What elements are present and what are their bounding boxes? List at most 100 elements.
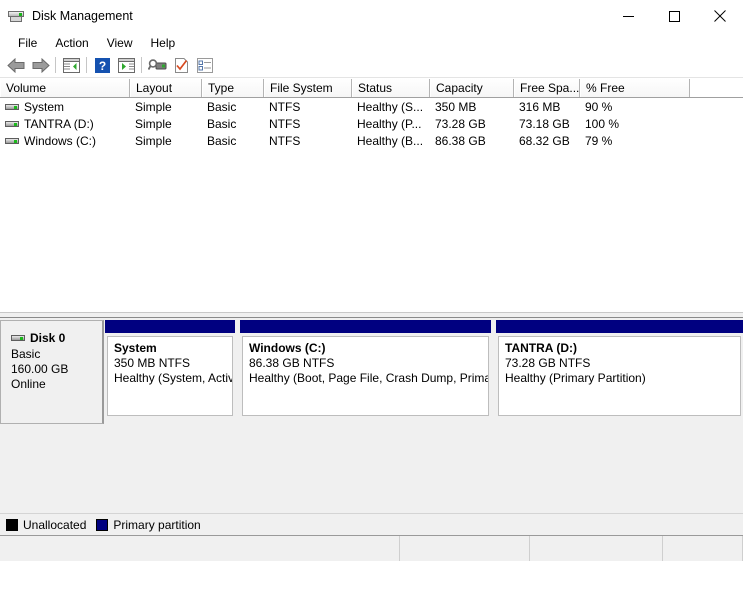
cell-layout: Simple xyxy=(135,133,172,148)
toolbar-separator xyxy=(86,57,87,73)
disk-size: 160.00 GB xyxy=(11,362,69,376)
column-header-status[interactable]: Status xyxy=(352,79,430,97)
menu-item-help[interactable]: Help xyxy=(142,34,185,52)
disk-name: Disk 0 xyxy=(30,331,66,345)
legend-item: Unallocated xyxy=(6,518,86,532)
partition-status: Healthy (System, Activ xyxy=(114,371,233,385)
maximize-button[interactable] xyxy=(651,0,697,32)
help-icon[interactable]: ? xyxy=(90,54,114,76)
partition-details: System 350 MB NTFS Healthy (System, Activ xyxy=(107,336,233,416)
partition-block[interactable]: System 350 MB NTFS Healthy (System, Activ xyxy=(104,320,239,424)
disk-status: Online xyxy=(11,377,46,391)
cell-capacity: 350 MB xyxy=(435,99,477,114)
cell-free-space: 68.32 GB xyxy=(519,133,570,148)
partition-name: Windows (C:) xyxy=(249,341,326,355)
forward-arrow-icon[interactable] xyxy=(28,54,52,76)
cell-capacity: 86.38 GB xyxy=(435,133,486,148)
partition-color-bar xyxy=(104,320,236,333)
cell-volume: System xyxy=(0,100,130,114)
back-arrow-icon[interactable] xyxy=(4,54,28,76)
cell-percent-free: 79 % xyxy=(585,133,613,148)
partition-size-filesystem: 86.38 GB NTFS xyxy=(249,356,335,370)
cell-type: Basic xyxy=(207,116,237,131)
disk-drive-icon xyxy=(11,333,25,343)
volume-list-pane: Volume Layout Type File System Status Capacit… xyxy=(0,78,743,312)
volume-icon xyxy=(5,119,19,129)
status-bar-cell xyxy=(0,536,400,561)
show-hide-action-pane-icon[interactable] xyxy=(114,54,138,76)
table-row[interactable]: TANTRA (D:) Simple Basic NTFS Healthy (P... 7… xyxy=(0,115,743,132)
partition-status: Healthy (Boot, Page File, Crash Dump, Pr… xyxy=(249,371,489,385)
toolbar-separator xyxy=(141,57,142,73)
volume-label: Windows (C:) xyxy=(24,133,97,148)
status-bar-cell xyxy=(530,536,663,561)
cell-percent-free: 90 % xyxy=(585,99,613,114)
minimize-button[interactable] xyxy=(605,0,651,32)
legend-label: Unallocated xyxy=(23,517,87,532)
partition-name: System xyxy=(114,341,157,355)
partition-size-filesystem: 73.28 GB NTFS xyxy=(505,356,591,370)
properties-icon[interactable] xyxy=(169,54,193,76)
close-button[interactable] xyxy=(697,0,743,32)
volume-label: System xyxy=(24,99,65,114)
legend-label: Primary partition xyxy=(113,517,201,532)
cell-file-system: NTFS xyxy=(269,116,301,131)
svg-text:?: ? xyxy=(98,59,105,73)
table-row[interactable]: System Simple Basic NTFS Healthy (S... 350 MB… xyxy=(0,98,743,115)
column-header-file-system[interactable]: File System xyxy=(264,79,352,97)
menu-item-file[interactable]: File xyxy=(9,34,46,52)
toolbar: ? xyxy=(0,53,743,78)
partition-name: TANTRA (D:) xyxy=(505,341,577,355)
column-header-free-spa[interactable]: Free Spa... xyxy=(514,79,580,97)
volume-icon xyxy=(5,136,19,146)
cell-type: Basic xyxy=(207,133,237,148)
cell-layout: Simple xyxy=(135,116,172,131)
disk-info-panel[interactable]: Disk 0 Basic 160.00 GB Online xyxy=(0,320,104,424)
disk-title: Disk 0 xyxy=(11,331,102,345)
menu-item-action[interactable]: Action xyxy=(46,34,97,52)
table-row[interactable]: Windows (C:) Simple Basic NTFS Healthy (B...… xyxy=(0,132,743,149)
cell-free-space: 73.18 GB xyxy=(519,116,570,131)
partition-block[interactable]: TANTRA (D:) 73.28 GB NTFS Healthy (Primary… xyxy=(495,320,743,424)
disk-drive-icon xyxy=(8,8,24,24)
status-bar xyxy=(0,535,743,561)
cell-file-system: NTFS xyxy=(269,99,301,114)
checklist-icon[interactable] xyxy=(193,54,217,76)
disk-row: Disk 0 Basic 160.00 GB Online System 350 … xyxy=(0,320,743,424)
cell-free-space: 316 MB xyxy=(519,99,561,114)
cell-status: Healthy (P... xyxy=(357,116,422,131)
legend-swatch xyxy=(6,518,18,531)
column-header-capacity[interactable]: Capacity xyxy=(430,79,514,97)
disk-type: Basic xyxy=(11,347,41,361)
column-header-layout[interactable]: Layout xyxy=(130,79,202,97)
cell-type: Basic xyxy=(207,99,237,114)
partition-strip: System 350 MB NTFS Healthy (System, Activ W… xyxy=(104,320,743,424)
cell-status: Healthy (S... xyxy=(357,99,424,114)
cell-volume: TANTRA (D:) xyxy=(0,117,130,131)
volume-list-header: Volume Layout Type File System Status Capacit… xyxy=(0,78,743,98)
partition-status: Healthy (Primary Partition) xyxy=(505,371,646,385)
partition-details: Windows (C:) 86.38 GB NTFS Healthy (Boot, … xyxy=(242,336,489,416)
toolbar-separator xyxy=(55,57,56,73)
column-header-volume[interactable]: Volume xyxy=(0,79,130,97)
column-header--free[interactable]: % Free xyxy=(580,79,690,97)
partition-color-bar xyxy=(495,320,743,333)
menu-item-view[interactable]: View xyxy=(98,34,142,52)
graphical-view-pane: Disk 0 Basic 160.00 GB Online System 350 … xyxy=(0,318,743,535)
cell-file-system: NTFS xyxy=(269,133,301,148)
cell-percent-free: 100 % xyxy=(585,116,620,131)
menu-bar: File Action View Help xyxy=(0,32,743,53)
window-title: Disk Management xyxy=(32,9,133,23)
legend: Unallocated Primary partition xyxy=(0,513,743,535)
status-bar-cell xyxy=(663,536,743,561)
rescan-disks-icon[interactable] xyxy=(145,54,169,76)
partition-block[interactable]: Windows (C:) 86.38 GB NTFS Healthy (Boot, … xyxy=(239,320,495,424)
cell-capacity: 73.28 GB xyxy=(435,116,486,131)
status-bar-cell xyxy=(400,536,530,561)
show-hide-console-tree-icon[interactable] xyxy=(59,54,83,76)
cell-layout: Simple xyxy=(135,99,172,114)
legend-swatch xyxy=(96,518,109,531)
column-header-type[interactable]: Type xyxy=(202,79,264,97)
partition-size-filesystem: 350 MB NTFS xyxy=(114,356,191,370)
window-controls xyxy=(605,0,743,32)
